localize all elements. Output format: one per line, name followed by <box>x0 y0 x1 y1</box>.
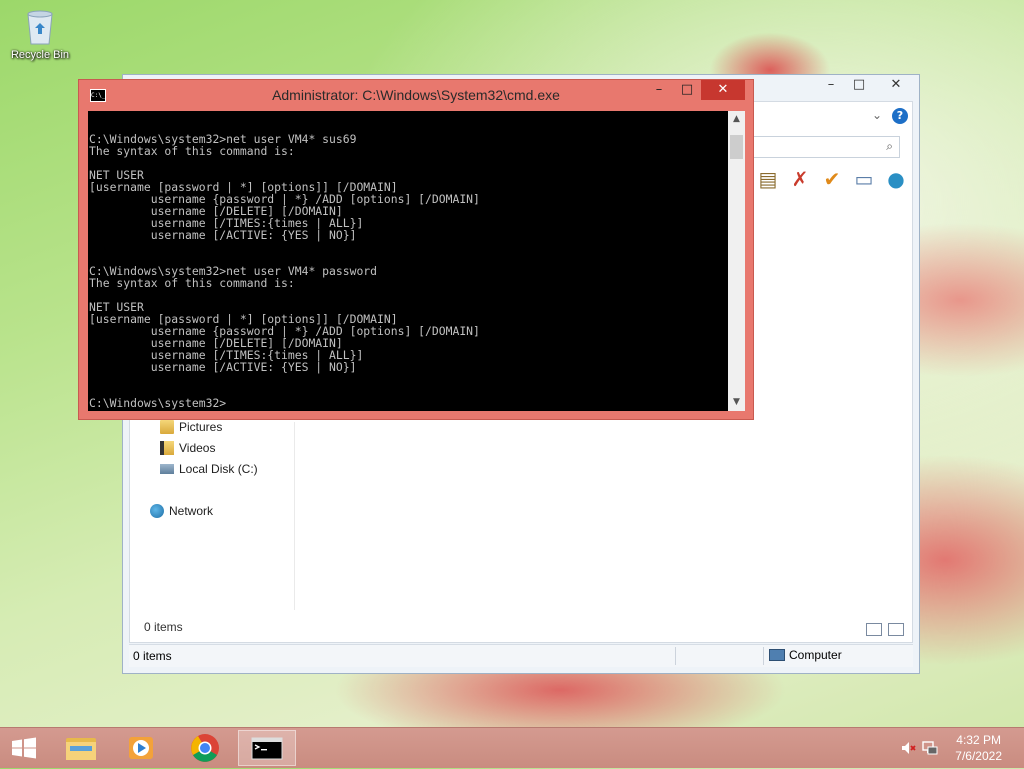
explorer-window-controls: – □ ✕ <box>817 75 919 97</box>
cmd-minimize-button[interactable]: – <box>645 80 673 100</box>
media-player-icon <box>129 737 153 759</box>
cmd-icon <box>251 737 283 760</box>
scroll-up-icon[interactable]: ▲ <box>728 111 745 128</box>
taskbar-media-player[interactable] <box>112 730 170 766</box>
hard-drive-icon <box>160 464 174 474</box>
taskbar-chrome[interactable] <box>176 730 234 766</box>
explorer-toolbar: ▤ ✗ ✔ ▭ ● <box>756 164 908 194</box>
large-icons-view-icon[interactable] <box>888 623 904 636</box>
clipboard-icon[interactable]: ▤ <box>756 167 780 191</box>
explorer-status-bar: 0 items Computer <box>129 644 913 667</box>
cmd-console-output: C:\Windows\system32>net user VM4* sus69 … <box>89 132 480 410</box>
delete-icon[interactable]: ✗ <box>788 167 812 191</box>
rename-icon[interactable]: ▭ <box>852 167 876 191</box>
scroll-thumb[interactable] <box>730 135 743 159</box>
recycle-bin-label: Recycle Bin <box>10 49 70 61</box>
network-globe-icon[interactable]: ● <box>884 167 908 191</box>
explorer-maximize-button[interactable]: □ <box>845 75 873 95</box>
nav-item-videos-label: Videos <box>179 441 216 455</box>
cmd-close-button[interactable]: ✕ <box>701 80 745 100</box>
desktop-icon-recycle-bin[interactable]: Recycle Bin <box>6 6 74 61</box>
cmd-maximize-button[interactable]: □ <box>673 80 701 100</box>
nav-item-network-label: Network <box>169 504 214 518</box>
taskbar: 4:32 PM 7/6/2022 <box>0 727 1024 768</box>
videos-folder-icon <box>160 441 174 455</box>
cmd-scrollbar[interactable]: ▲ ▼ <box>728 111 745 411</box>
explorer-minimize-button[interactable]: – <box>817 75 845 95</box>
recycle-bin-icon <box>27 10 53 45</box>
cmd-window[interactable]: C:\_ Administrator: C:\Windows\System32\… <box>78 79 754 420</box>
volume-muted-icon[interactable] <box>900 740 916 756</box>
status-separator <box>675 647 676 665</box>
clock-time: 4:32 PM <box>956 733 1001 747</box>
nav-item-pictures[interactable]: Pictures <box>160 420 222 434</box>
scroll-down-icon[interactable]: ▼ <box>728 394 745 411</box>
cmd-console[interactable]: C:\Windows\system32>net user VM4* sus69 … <box>88 111 728 411</box>
status-location: Computer <box>769 648 842 662</box>
folder-icon <box>66 738 96 760</box>
status-items-count: 0 items <box>133 649 172 663</box>
taskbar-file-explorer[interactable] <box>52 730 110 766</box>
taskbar-clock[interactable]: 4:32 PM 7/6/2022 <box>955 732 1002 764</box>
cmd-title-bar[interactable]: C:\_ Administrator: C:\Windows\System32\… <box>79 80 753 110</box>
help-icon[interactable]: ? <box>892 108 908 124</box>
network-icon <box>150 504 164 518</box>
nav-item-local-disk[interactable]: Local Disk (C:) <box>160 462 258 476</box>
nav-pane-divider[interactable] <box>294 422 295 610</box>
view-toggle <box>866 623 904 636</box>
status-separator <box>763 647 764 665</box>
cmd-window-controls: – □ ✕ <box>645 80 745 100</box>
clock-date: 7/6/2022 <box>955 749 1002 763</box>
items-count: 0 items <box>144 620 183 634</box>
taskbar-command-prompt[interactable] <box>238 730 296 766</box>
computer-icon <box>769 649 785 661</box>
nav-item-pictures-label: Pictures <box>179 420 223 434</box>
details-view-icon[interactable] <box>866 623 882 636</box>
checkmark-icon[interactable]: ✔ <box>820 167 844 191</box>
explorer-search-input[interactable]: ⌕ <box>748 136 900 158</box>
chrome-icon <box>191 734 219 762</box>
search-icon: ⌕ <box>886 139 893 153</box>
pictures-folder-icon <box>160 420 174 434</box>
start-button-windows-icon[interactable] <box>10 737 38 759</box>
nav-item-videos[interactable]: Videos <box>160 441 215 455</box>
network-status-icon[interactable] <box>922 740 938 756</box>
nav-item-network[interactable]: Network <box>150 504 213 518</box>
explorer-close-button[interactable]: ✕ <box>873 75 919 95</box>
status-location-label: Computer <box>789 648 842 662</box>
nav-item-local-disk-label: Local Disk (C:) <box>179 462 258 476</box>
chevron-down-icon[interactable]: ⌄ <box>872 108 882 122</box>
